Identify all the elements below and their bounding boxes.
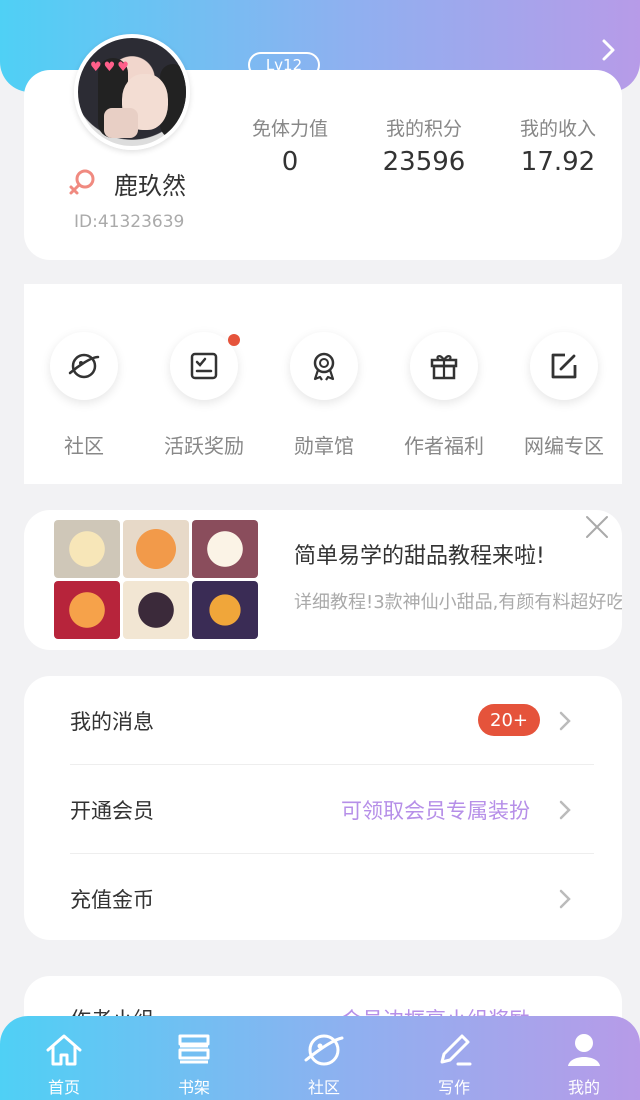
menu-item-membership[interactable]: 开通会员 可领取会员专属装扮 (24, 765, 622, 853)
menu-item-label: 我的消息 (70, 710, 154, 734)
feature-label: 勋章馆 (294, 434, 354, 458)
tab-label: 书架 (177, 1078, 210, 1097)
tab-community[interactable]: 社区 (274, 1028, 374, 1098)
chevron-right-icon[interactable] (598, 36, 620, 64)
tab-label: 社区 (307, 1078, 340, 1097)
membership-promo: 可领取会员专属装扮 (341, 799, 530, 823)
close-icon[interactable] (584, 514, 610, 540)
stat-label: 免体力值 (251, 118, 328, 140)
banner-description: 详细教程!3款神仙小甜品,有颜有料超好吃! (294, 592, 622, 613)
user-id: ID:41323639 (74, 212, 185, 232)
home-icon (42, 1028, 86, 1072)
bookshelf-icon (172, 1028, 216, 1072)
gift-icon (410, 332, 478, 400)
feature-label: 网编专区 (524, 434, 604, 458)
bottom-tabbar: 首页 书架 社区 写作 我的 (0, 1016, 640, 1100)
feature-medal-hall[interactable]: 勋章馆 (264, 332, 384, 459)
unread-badge: 20+ (478, 704, 540, 736)
feature-label: 作者福利 (404, 434, 484, 458)
tab-label: 首页 (47, 1078, 80, 1097)
feature-grid: 社区 活跃奖励 勋章馆 作者福利 网编专区 (24, 284, 622, 484)
feature-author-welfare[interactable]: 作者福利 (384, 332, 504, 459)
feature-community[interactable]: 社区 (24, 332, 144, 459)
tab-mine[interactable]: 我的 (534, 1028, 634, 1098)
checklist-icon (170, 332, 240, 400)
avatar[interactable]: ♥♥♥ (74, 34, 190, 150)
stat-label: 我的积分 (385, 118, 462, 140)
stat-value: 23596 (382, 147, 466, 177)
username: 鹿玖然 (114, 172, 186, 200)
feature-label: 活跃奖励 (164, 434, 244, 458)
chevron-right-icon (558, 710, 572, 732)
menu-item-label: 充值金币 (70, 888, 154, 912)
tab-bookshelf[interactable]: 书架 (144, 1028, 244, 1098)
tab-label: 写作 (437, 1078, 470, 1097)
tab-label: 我的 (567, 1078, 600, 1097)
banner-title: 简单易学的甜品教程来啦! (294, 544, 545, 569)
promo-banner[interactable]: 简单易学的甜品教程来啦! 详细教程!3款神仙小甜品,有颜有料超好吃! (24, 510, 622, 650)
feature-editor-zone[interactable]: 网编专区 (504, 332, 624, 459)
tab-write[interactable]: 写作 (404, 1028, 504, 1098)
planet-icon (302, 1028, 346, 1072)
menu-item-recharge[interactable]: 充值金币 (24, 854, 622, 942)
medal-icon (290, 332, 358, 400)
stat-points[interactable]: 我的积分 23596 (354, 114, 494, 177)
user-icon (562, 1028, 606, 1072)
stat-income[interactable]: 我的收入 17.92 (488, 114, 628, 177)
female-icon (66, 166, 98, 198)
banner-image (54, 520, 258, 640)
stat-value: 17.92 (520, 147, 596, 177)
chevron-right-icon (558, 888, 572, 910)
stat-label: 我的收入 (519, 118, 596, 140)
tab-home[interactable]: 首页 (14, 1028, 114, 1098)
menu-item-messages[interactable]: 我的消息 20+ (24, 676, 622, 764)
pen-icon (432, 1028, 476, 1072)
edit-icon (530, 332, 598, 400)
level-badge: Lv12 (248, 52, 320, 78)
chevron-right-icon (558, 799, 572, 821)
feature-label: 社区 (64, 434, 104, 458)
stat-value: 0 (281, 147, 299, 177)
menu-list: 我的消息 20+ 开通会员 可领取会员专属装扮 充值金币 (24, 676, 622, 940)
planet-icon (50, 332, 118, 400)
notification-dot (228, 334, 240, 346)
feature-activity-reward[interactable]: 活跃奖励 (144, 332, 264, 459)
menu-item-label: 开通会员 (70, 799, 154, 823)
stat-stamina[interactable]: 免体力值 0 (220, 114, 360, 177)
